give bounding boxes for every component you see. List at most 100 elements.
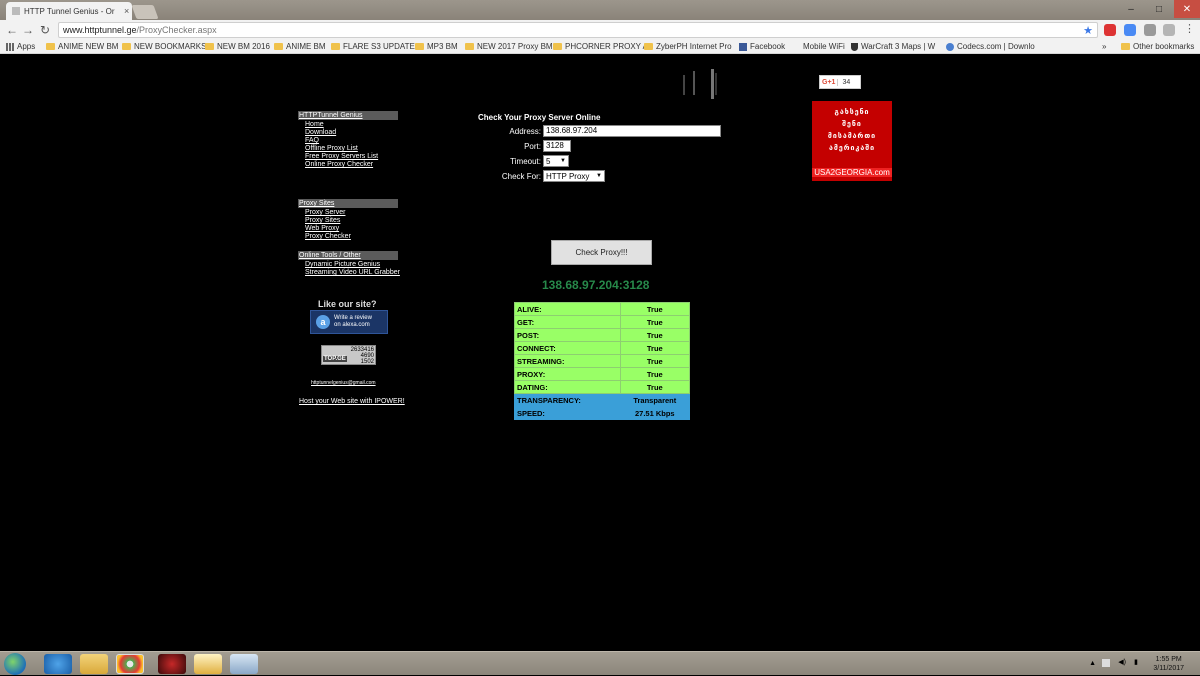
bookmark-label: WarCraft 3 Maps | W (861, 42, 936, 51)
table-row: POST: True (514, 328, 691, 342)
bookmark-link[interactable]: Codecs.com | Downlo (946, 42, 1035, 51)
browser-tab[interactable]: HTTP Tunnel Genius - Or × (6, 2, 132, 20)
bookmark-folder[interactable]: NEW 2017 Proxy BM (465, 42, 553, 51)
banner-line: მისამართი (827, 133, 877, 140)
bookmark-star-icon[interactable]: ★ (1083, 24, 1093, 37)
forward-icon[interactable]: → (22, 23, 34, 37)
table-row: ALIVE: True (514, 302, 691, 316)
apps-label: Apps (17, 42, 36, 51)
sidebar-heading-proxy-sites[interactable]: Proxy Sites (298, 199, 398, 208)
checkfor-select[interactable]: HTTP Proxy ▼ (543, 170, 605, 182)
sidebar-link-download[interactable]: Download (305, 129, 336, 137)
sidebar-heading-httptunnel[interactable]: HTTPTunnel Genius (298, 111, 398, 120)
timeout-label: Timeout: (510, 157, 541, 166)
new-tab-button[interactable] (131, 5, 159, 19)
banner-line: გახსენი (834, 109, 870, 116)
port-label: Port: (524, 142, 541, 151)
bookmark-folder[interactable]: ANIME BM (274, 42, 326, 51)
start-button[interactable] (4, 653, 26, 675)
result-label: CONNECT: (514, 341, 621, 355)
tab-close-icon[interactable]: × (124, 6, 129, 16)
sidebar-link-video-url-grabber[interactable]: Streaming Video URL Grabber (305, 269, 400, 277)
sidebar-link-dynamic-picture[interactable]: Dynamic Picture Genius (305, 261, 380, 269)
sidebar-link-free-proxy-servers[interactable]: Free Proxy Servers List (305, 153, 378, 161)
port-input[interactable]: 3128 (543, 140, 571, 152)
bookmark-link[interactable]: WarCraft 3 Maps | W (851, 42, 935, 51)
maximize-button[interactable]: □ (1146, 0, 1172, 18)
sidebar-link-web-proxy[interactable]: Web Proxy (305, 225, 339, 233)
extension-icon[interactable] (1163, 24, 1175, 36)
apps-shortcut[interactable]: Apps (6, 42, 35, 51)
bookmark-folder[interactable]: NEW BOOKMARKS (122, 42, 206, 51)
usa2georgia-ad-banner[interactable]: გახსენი შენი მისამართი ამერიკაში USA2GEO… (812, 101, 892, 181)
bookmark-label: Facebook (750, 42, 786, 51)
result-value: Transparent (619, 393, 691, 407)
chrome-icon[interactable] (116, 654, 144, 674)
bookmark-folder[interactable]: NEW BM 2016 (205, 42, 270, 51)
timeout-value: 5 (546, 156, 551, 166)
more-bookmarks-chevron[interactable]: » (1102, 42, 1106, 51)
bookmark-folder[interactable]: ANIME NEW BM (46, 42, 118, 51)
volume-icon[interactable]: ◀) (1118, 658, 1126, 666)
bookmark-label: NEW BM 2016 (217, 42, 270, 51)
sidebar-link-proxy-checker[interactable]: Proxy Checker (305, 233, 351, 241)
bookmark-folder[interactable]: MP3 BM (415, 42, 458, 51)
result-label: PROXY: (514, 367, 621, 381)
bookmark-folder[interactable]: PHCORNER PROXY A (553, 42, 648, 51)
clock[interactable]: 1:55 PM 3/11/2017 (1153, 655, 1184, 673)
bookmark-link[interactable]: Mobile WiFi (803, 42, 845, 51)
folder-icon (205, 43, 214, 50)
bookmark-folder[interactable]: ZyberPH Internet Pro (644, 42, 732, 51)
bookmark-label: NEW 2017 Proxy BM (477, 42, 553, 51)
sidebar-link-offline-proxy-list[interactable]: Offline Proxy List (305, 145, 358, 153)
action-center-icon[interactable] (1102, 659, 1110, 667)
check-proxy-button[interactable]: Check Proxy!!! (551, 240, 652, 265)
address-bar[interactable]: www.httptunnel.ge/ProxyChecker.aspx ★ (58, 22, 1098, 38)
page-favicon-icon (12, 7, 20, 15)
other-bookmarks[interactable]: Other bookmarks (1121, 42, 1194, 51)
bookmark-label: ANIME NEW BM (58, 42, 119, 51)
media-player-icon[interactable] (194, 654, 222, 674)
extension-icon[interactable] (1144, 24, 1156, 36)
result-label: POST: (514, 328, 621, 342)
sidebar-link-faq[interactable]: FAQ (305, 137, 319, 145)
google-plus-button[interactable]: G+1 34 (819, 75, 861, 89)
contact-email-link[interactable]: httptunnelgenius@gmail.com (311, 380, 376, 386)
bookmark-folder[interactable]: FLARE S3 UPDATES (331, 42, 420, 51)
menu-icon[interactable]: ⋮ (1184, 24, 1196, 36)
back-icon[interactable]: ← (6, 23, 18, 37)
tray-arrow-icon[interactable]: ▲ (1089, 660, 1096, 667)
timeout-select[interactable]: 5 ▼ (543, 155, 569, 167)
top-ge-counter[interactable]: 2633416 4690 1502 TOP.GE (321, 345, 376, 365)
address-label: Address: (509, 127, 541, 136)
sidebar-heading-online-tools[interactable]: Online Tools / Other (298, 251, 398, 260)
app-icon[interactable] (158, 654, 186, 674)
banner-line: შენი (842, 121, 862, 128)
app-icon[interactable] (230, 654, 258, 674)
page-content: HTTPTunnel Genius Home Download FAQ Offl… (0, 55, 1200, 651)
internet-explorer-icon[interactable] (44, 654, 72, 674)
extension-icon[interactable] (1104, 24, 1116, 36)
bookmark-link[interactable]: Facebook (739, 42, 785, 51)
reload-icon[interactable]: ↻ (40, 23, 50, 37)
folder-icon (46, 43, 55, 50)
result-label: STREAMING: (514, 354, 621, 368)
sidebar-link-proxy-sites[interactable]: Proxy Sites (305, 217, 340, 225)
result-value: True (619, 367, 691, 381)
sidebar-link-proxy-server[interactable]: Proxy Server (305, 209, 345, 217)
alexa-text: Write a review on alexa.com (334, 315, 372, 329)
globe-icon (946, 42, 954, 51)
sidebar-link-home[interactable]: Home (305, 121, 324, 129)
windows-taskbar: ▲ ◀) ▮ 1:55 PM 3/11/2017 (0, 651, 1200, 675)
close-window-button[interactable]: ✕ (1174, 0, 1200, 18)
file-explorer-icon[interactable] (80, 654, 108, 674)
address-input[interactable]: 138.68.97.204 (543, 125, 721, 137)
host-ipower-link[interactable]: Host your Web site with IPOWER! (299, 398, 405, 405)
result-value: True (619, 341, 691, 355)
network-icon[interactable]: ▮ (1134, 658, 1138, 666)
alexa-review-badge[interactable]: a Write a review on alexa.com (310, 310, 388, 334)
bookmarks-bar: Apps ANIME NEW BM NEW BOOKMARKS NEW BM 2… (0, 40, 1200, 54)
sidebar-link-online-proxy-checker[interactable]: Online Proxy Checker (305, 161, 373, 169)
translate-extension-icon[interactable] (1124, 24, 1136, 36)
minimize-button[interactable]: – (1118, 0, 1144, 18)
